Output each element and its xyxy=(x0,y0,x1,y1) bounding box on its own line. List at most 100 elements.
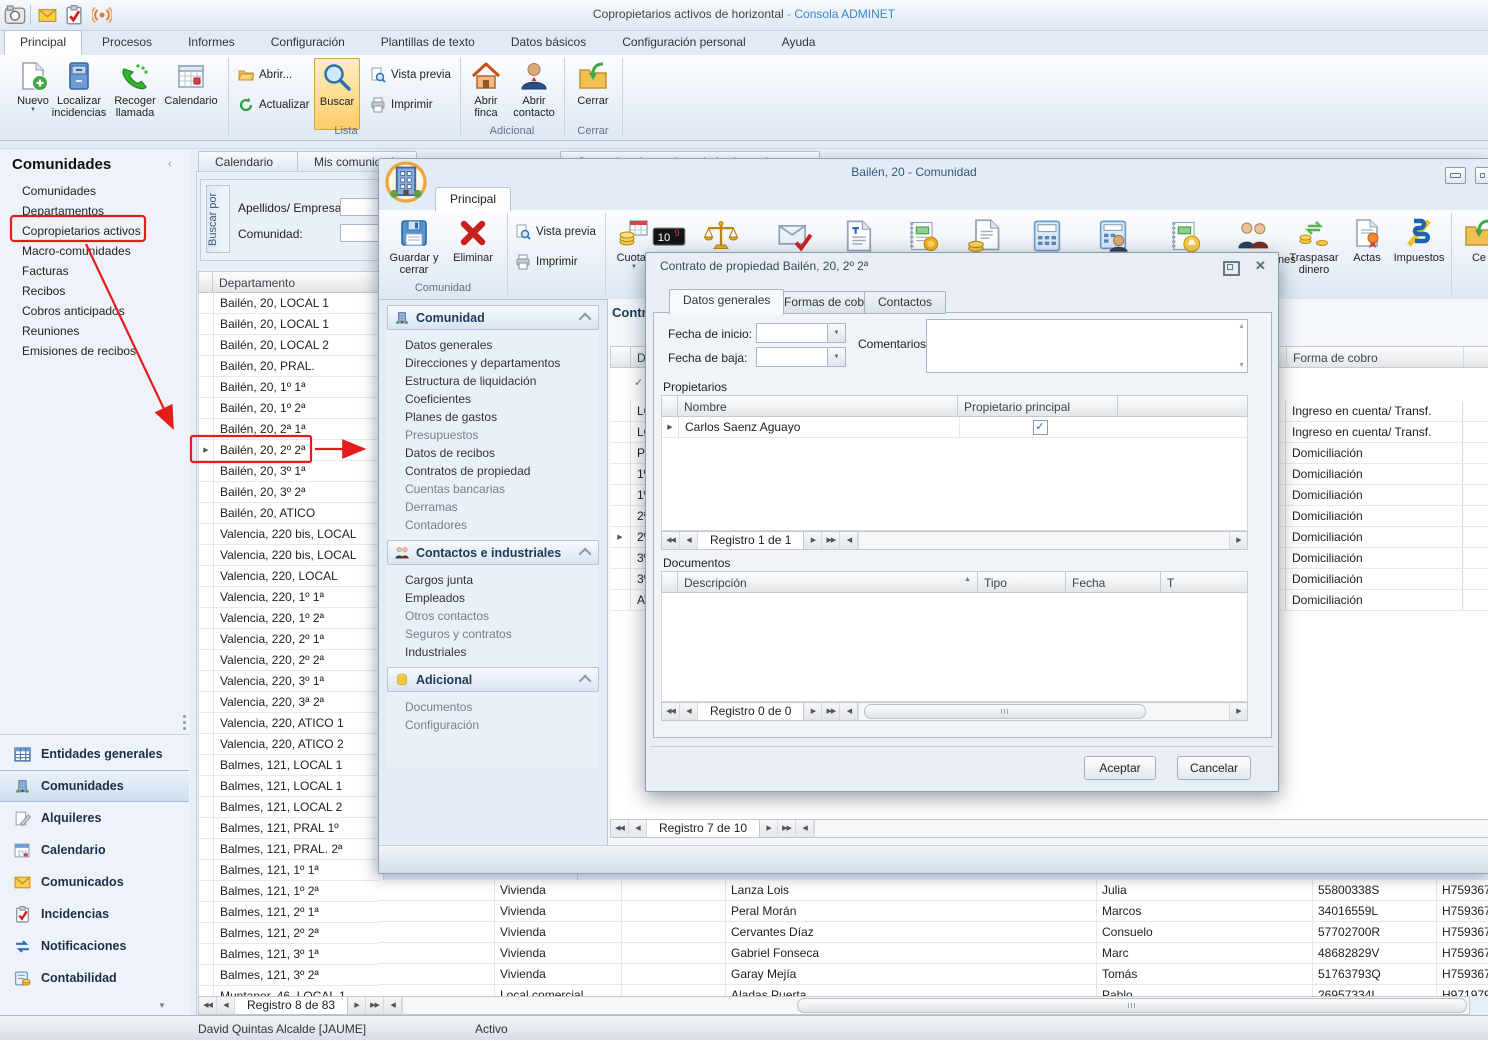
propietario-principal-column-header[interactable]: Propietario principal xyxy=(958,396,1118,416)
horizontal-scrollbar[interactable] xyxy=(858,703,1229,720)
departamento-column-header[interactable]: Departamento xyxy=(213,272,381,292)
tab-principal[interactable]: Principal xyxy=(435,187,511,212)
calendario-button[interactable]: Calendario xyxy=(162,58,220,107)
table-row[interactable]: Balmes, 121, 1º 1ª xyxy=(199,860,383,881)
tab-contactos[interactable]: Contactos xyxy=(864,291,946,314)
nav-item[interactable]: Cargos junta xyxy=(387,571,599,589)
tipo-column-header[interactable]: Tipo xyxy=(978,572,1066,592)
nav-item[interactable]: Configuración xyxy=(387,716,599,734)
table-row[interactable]: Muntaner, 46, LOCAL 1 xyxy=(199,986,383,996)
sidebar-item[interactable]: Comunidades xyxy=(0,181,188,201)
table-row[interactable]: Balmes, 121, PRAL 1º xyxy=(199,818,383,839)
eliminar-button[interactable]: Eliminar xyxy=(445,215,501,264)
comentarios-textarea[interactable]: ▲ ▼ xyxy=(926,319,1248,373)
table-row[interactable]: Balmes, 121, PRAL. 2ª xyxy=(199,839,383,860)
nav-item[interactable]: Presupuestos xyxy=(387,426,599,444)
table-row[interactable]: Valencia, 220, 3º 1ª xyxy=(199,671,383,692)
abrir-finca-button[interactable]: Abrir finca xyxy=(464,58,508,119)
table-row[interactable]: ▶ Carlos Saenz Aguayo ✓ xyxy=(662,417,1247,438)
nav-item[interactable]: Contratos de propiedad xyxy=(387,462,599,480)
table-row[interactable]: Bailén, 20, 1º 2ª xyxy=(199,398,383,419)
first-record-button[interactable]: ◀◀ xyxy=(611,820,629,837)
table-row[interactable]: Bailén, 20, LOCAL 1 xyxy=(199,293,383,314)
table-row[interactable]: Bailén, 20, LOCAL 1 xyxy=(199,314,383,335)
table-row[interactable]: Vivienda Gabriel Fonseca Marc 48682829V … xyxy=(378,943,1488,964)
nav-item[interactable]: Seguros y contratos xyxy=(387,625,599,643)
t-column-header[interactable]: T xyxy=(1161,572,1247,592)
next-record-button[interactable]: ▶ xyxy=(804,532,822,549)
actualizar-button[interactable]: Actualizar xyxy=(238,97,310,113)
table-row[interactable]: Balmes, 121, 2º 1ª xyxy=(199,902,383,923)
table-row[interactable]: Bailén, 20, 3º 2ª xyxy=(199,482,383,503)
localizar-incidencias-button[interactable]: Localizar incidencias xyxy=(52,58,106,119)
scroll-right-button[interactable]: ▶ xyxy=(1229,532,1247,549)
ribbon-tab[interactable]: Configuración xyxy=(255,30,361,55)
impuestos-button[interactable]: Impuestos xyxy=(1391,215,1447,264)
table-row[interactable]: Valencia, 220, ATICO 2 xyxy=(199,734,383,755)
nav-item[interactable]: Empleados xyxy=(387,589,599,607)
scroll-left-button[interactable]: ◀ xyxy=(840,532,858,549)
last-record-button[interactable]: ▶▶ xyxy=(822,532,840,549)
sidebar-item[interactable]: Recibos xyxy=(0,281,188,301)
table-row[interactable]: Local comercial Aladas Puerta Pablo 2695… xyxy=(378,985,1488,996)
nav-item[interactable]: Datos generales xyxy=(387,336,599,354)
sidebar-item-incidencias[interactable]: Incidencias xyxy=(0,898,189,930)
collapse-icon[interactable]: ‹ xyxy=(168,158,172,170)
scrollbar-thumb[interactable] xyxy=(797,998,1467,1013)
table-row[interactable]: Valencia, 220, LOCAL xyxy=(199,566,383,587)
sidebar-item-comunicados[interactable]: Comunicados xyxy=(0,866,189,898)
table-row[interactable]: Bailén, 20, ATICO xyxy=(199,503,383,524)
table-row[interactable]: Balmes, 121, LOCAL 1 xyxy=(199,776,383,797)
aceptar-button[interactable]: Aceptar xyxy=(1084,756,1156,780)
first-record-button[interactable]: ◀◀ xyxy=(199,997,217,1014)
vista-previa-button[interactable]: Vista previa xyxy=(370,67,451,83)
ribbon-tab[interactable]: Configuración personal xyxy=(606,30,761,55)
scroll-up-icon[interactable]: ▲ xyxy=(1238,323,1245,330)
fecha-baja-combo[interactable]: ▼ xyxy=(756,347,846,367)
horizontal-scrollbar[interactable] xyxy=(402,997,1469,1014)
nav-item[interactable]: Derramas xyxy=(387,498,599,516)
table-row[interactable]: Valencia, 220, ATICO 1 xyxy=(199,713,383,734)
sidebar-item[interactable]: Reuniones xyxy=(0,321,188,341)
cerrar-button[interactable]: Cerrar xyxy=(570,58,616,107)
table-row[interactable]: Balmes, 121, 3º 2ª xyxy=(199,965,383,986)
maximize-button[interactable] xyxy=(1475,167,1488,184)
table-row[interactable]: Bailén, 20, 1º 1ª xyxy=(199,377,383,398)
table-row[interactable]: Bailén, 20, PRAL. xyxy=(199,356,383,377)
nav-item[interactable]: Estructura de liquidación xyxy=(387,372,599,390)
table-row[interactable]: ▶Bailén, 20, 2º 2ª xyxy=(199,440,383,461)
sidebar-item-calendario[interactable]: Calendario xyxy=(0,834,189,866)
scroll-left-button[interactable]: ◀ xyxy=(796,820,814,837)
first-record-button[interactable]: ◀◀ xyxy=(662,703,680,720)
sidebar-item[interactable]: Cobros anticipados xyxy=(0,301,188,321)
scroll-right-button[interactable]: ▶ xyxy=(1229,703,1247,720)
propietario-principal-checkbox[interactable]: ✓ xyxy=(1033,420,1048,435)
prev-record-button[interactable]: ◀ xyxy=(629,820,647,837)
guardar-y-cerrar-button[interactable]: Guardar y cerrar xyxy=(387,215,441,276)
first-record-button[interactable]: ◀◀ xyxy=(662,532,680,549)
nav-item[interactable]: Cuentas bancarias xyxy=(387,480,599,498)
cancelar-button[interactable]: Cancelar xyxy=(1177,756,1251,780)
traspasar-dinero-button[interactable]: Traspasar dinero xyxy=(1285,215,1343,276)
imprimir-button[interactable]: Imprimir xyxy=(370,97,433,113)
nav-item[interactable]: Datos de recibos xyxy=(387,444,599,462)
splitter-handle[interactable] xyxy=(183,715,186,718)
ribbon-tab[interactable]: Ayuda xyxy=(766,30,832,55)
nombre-column-header[interactable]: Nombre xyxy=(678,396,958,416)
fecha-column-header[interactable]: Fecha xyxy=(1066,572,1161,592)
nav-item[interactable]: Otros contactos xyxy=(387,607,599,625)
abrir-contacto-button[interactable]: Abrir contacto xyxy=(510,58,558,119)
descripcion-column-header[interactable]: Descripción▲ xyxy=(678,572,978,592)
sidebar-item-entidades-generales[interactable]: Entidades generales xyxy=(0,738,189,770)
abrir-button[interactable]: Abrir... xyxy=(238,67,292,83)
scrollbar-thumb[interactable] xyxy=(864,704,1146,719)
nav-item[interactable]: Contadores xyxy=(387,516,599,534)
horizontal-scrollbar[interactable] xyxy=(858,532,1229,549)
cerrar-button-partial[interactable]: Ce xyxy=(1457,215,1488,264)
sidebar-item[interactable]: Facturas xyxy=(0,261,188,281)
sidebar-item[interactable]: Emisiones de recibos xyxy=(0,341,188,361)
table-row[interactable]: Valencia, 220, 3ª 2ª xyxy=(199,692,383,713)
pin-icon[interactable] xyxy=(1223,261,1240,276)
tab-calendario[interactable]: Calendario xyxy=(198,151,298,173)
table-row[interactable]: Balmes, 121, 2º 2ª xyxy=(199,923,383,944)
